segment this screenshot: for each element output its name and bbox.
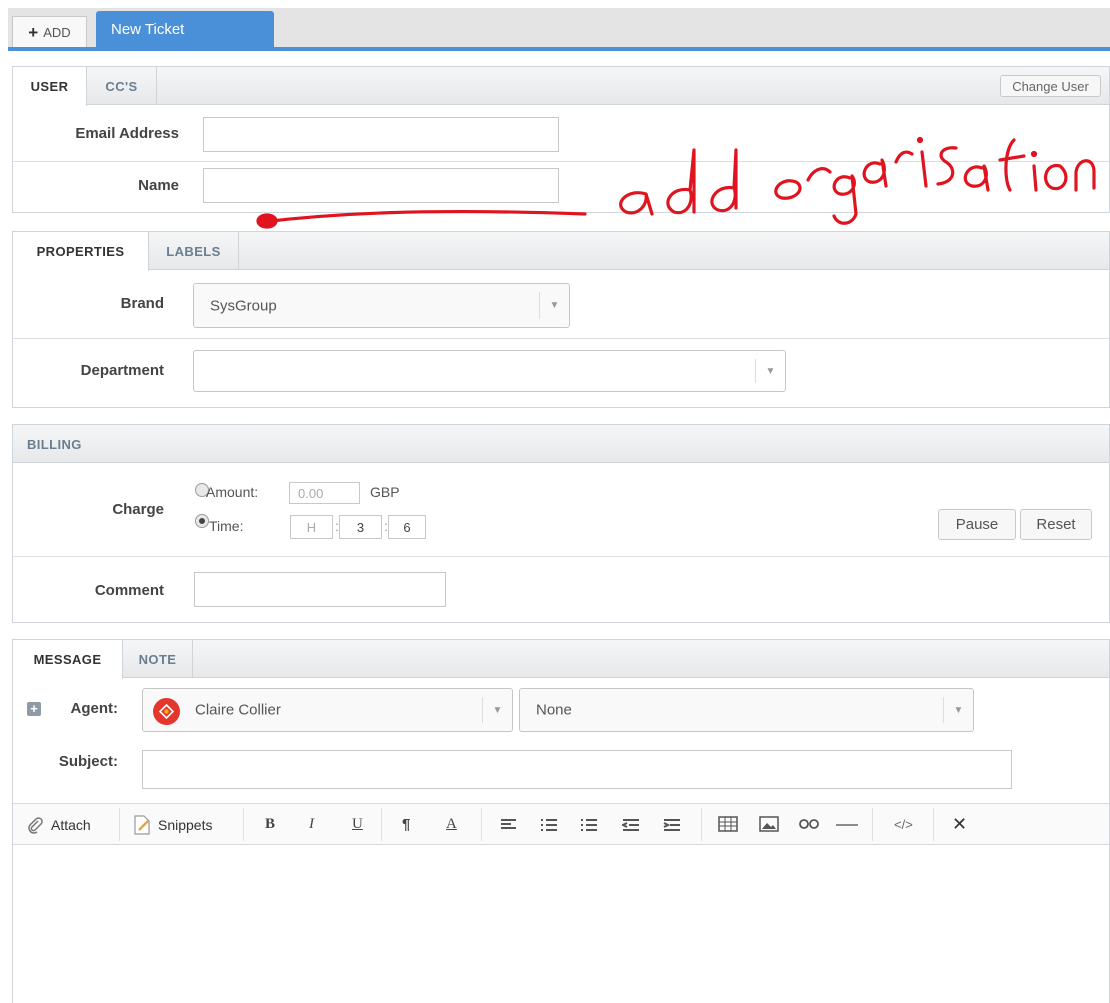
subject-label: Subject: — [58, 753, 118, 770]
user-panel: USER CC'S Change User Email Address Name — [12, 66, 1110, 213]
amount-placeholder: 0.00 — [298, 485, 324, 501]
agent-select-value: Claire Collier — [195, 701, 281, 719]
tab-labels[interactable]: LABELS — [149, 232, 239, 270]
toolbar-separator — [872, 808, 873, 841]
toolbar-separator — [119, 808, 120, 841]
indent-icon[interactable] — [663, 818, 681, 832]
email-address-label: Email Address — [75, 125, 179, 142]
bold-button[interactable]: B — [265, 816, 275, 833]
agent-label: Agent: — [70, 700, 119, 717]
toolbar-separator — [243, 808, 244, 841]
tab-new-ticket-label: New Ticket — [111, 21, 185, 38]
subject-input[interactable] — [142, 750, 1012, 789]
chevron-down-icon: ▼ — [943, 697, 973, 723]
toolbar-separator — [381, 808, 382, 841]
agent-select[interactable]: Claire Collier ▼ — [142, 688, 513, 732]
charge-label: Charge — [112, 501, 164, 518]
amount-input[interactable]: 0.00 — [289, 482, 360, 504]
hours-input[interactable]: H — [290, 515, 333, 539]
row-divider — [13, 161, 1109, 162]
brand-select[interactable]: SysGroup ▼ — [193, 283, 570, 328]
snippets-button[interactable]: Snippets — [133, 804, 212, 845]
brand-label: Brand — [120, 295, 164, 312]
billing-panel: BILLING Charge Amount: 0.00 GBP Time: H … — [12, 424, 1110, 623]
seconds-input[interactable]: 6 — [388, 515, 426, 539]
snippets-label: Snippets — [158, 816, 213, 833]
message-body-editor[interactable] — [13, 846, 1109, 1003]
toolbar-separator — [481, 808, 482, 841]
italic-button[interactable]: I — [309, 816, 314, 833]
table-icon[interactable] — [718, 816, 738, 832]
paragraph-button[interactable]: ¶ — [402, 816, 410, 833]
time-label: Time: — [209, 518, 244, 534]
minutes-input[interactable]: 3 — [339, 515, 382, 539]
add-tab-button[interactable]: + ADD — [12, 16, 87, 48]
tab-message[interactable]: MESSAGE — [13, 640, 123, 679]
chevron-down-icon: ▼ — [539, 292, 569, 319]
add-label: ADD — [43, 24, 71, 40]
properties-panel-header: PROPERTIES LABELS — [13, 232, 1109, 271]
comment-input[interactable] — [194, 572, 446, 607]
tab-properties[interactable]: PROPERTIES — [13, 232, 149, 271]
currency-label: GBP — [370, 484, 400, 500]
billing-title: BILLING — [27, 436, 82, 452]
row-divider — [13, 556, 1109, 557]
email-address-input[interactable] — [203, 117, 559, 152]
name-input[interactable] — [203, 168, 559, 203]
amount-label: Amount: — [206, 484, 259, 500]
avatar-logo-icon — [159, 704, 174, 719]
department-label: Department — [80, 362, 164, 379]
attach-button[interactable]: Attach — [27, 804, 91, 845]
name-label: Name — [138, 177, 179, 194]
tab-ccs[interactable]: CC'S — [87, 67, 157, 105]
billing-panel-header: BILLING — [13, 425, 1109, 463]
top-tab-bar: + ADD New Ticket — [0, 0, 1110, 52]
toolbar-separator — [933, 808, 934, 841]
hours-placeholder: H — [306, 519, 317, 535]
tab-user[interactable]: USER — [13, 67, 87, 106]
unordered-list-icon[interactable] — [540, 818, 558, 832]
underline-button[interactable]: U — [352, 816, 363, 833]
message-panel: MESSAGE NOTE + Agent: Claire Collier ▼ N… — [12, 639, 1110, 1003]
agent-avatar — [153, 698, 180, 725]
annotation-arrow-head — [256, 213, 278, 229]
brand-select-value: SysGroup — [210, 297, 277, 314]
department-select[interactable]: ▼ — [193, 350, 786, 392]
horizontal-rule-icon[interactable] — [836, 823, 858, 827]
tab-bar-underline — [8, 47, 1110, 51]
expand-icon[interactable]: + — [27, 702, 41, 716]
font-color-button[interactable]: A — [446, 816, 457, 833]
user-panel-header: USER CC'S Change User — [13, 67, 1109, 106]
tab-new-ticket[interactable]: New Ticket — [96, 11, 274, 48]
tab-note[interactable]: NOTE — [123, 640, 193, 678]
pause-button[interactable]: Pause — [938, 509, 1016, 540]
minutes-value: 3 — [356, 519, 365, 535]
reset-button[interactable]: Reset — [1020, 509, 1092, 540]
chevron-down-icon: ▼ — [482, 697, 512, 723]
editor-toolbar: Attach Snippets B I U ¶ A </> ✕ — [13, 803, 1109, 845]
status-select[interactable]: None ▼ — [519, 688, 974, 732]
link-icon[interactable] — [799, 818, 819, 830]
annotation-arrow-line — [260, 209, 587, 224]
paperclip-icon — [28, 816, 43, 834]
row-divider — [13, 338, 1109, 339]
chevron-down-icon: ▼ — [755, 359, 785, 383]
time-radio[interactable] — [195, 514, 209, 528]
attach-label: Attach — [51, 816, 91, 833]
seconds-value: 6 — [403, 519, 411, 535]
toolbar-separator — [701, 808, 702, 841]
change-user-button[interactable]: Change User — [1000, 75, 1101, 97]
plus-icon: + — [28, 22, 39, 42]
outdent-icon[interactable] — [622, 818, 640, 832]
properties-panel: PROPERTIES LABELS Brand SysGroup ▼ Depar… — [12, 231, 1110, 408]
comment-label: Comment — [94, 582, 164, 599]
message-panel-header: MESSAGE NOTE — [13, 640, 1109, 679]
status-select-value: None — [536, 701, 572, 719]
document-icon — [134, 814, 150, 835]
ordered-list-icon[interactable] — [580, 818, 598, 832]
code-view-button[interactable]: </> — [894, 817, 913, 832]
image-icon[interactable] — [759, 816, 779, 832]
align-left-icon[interactable] — [500, 818, 518, 832]
close-editor-button[interactable]: ✕ — [952, 814, 967, 835]
